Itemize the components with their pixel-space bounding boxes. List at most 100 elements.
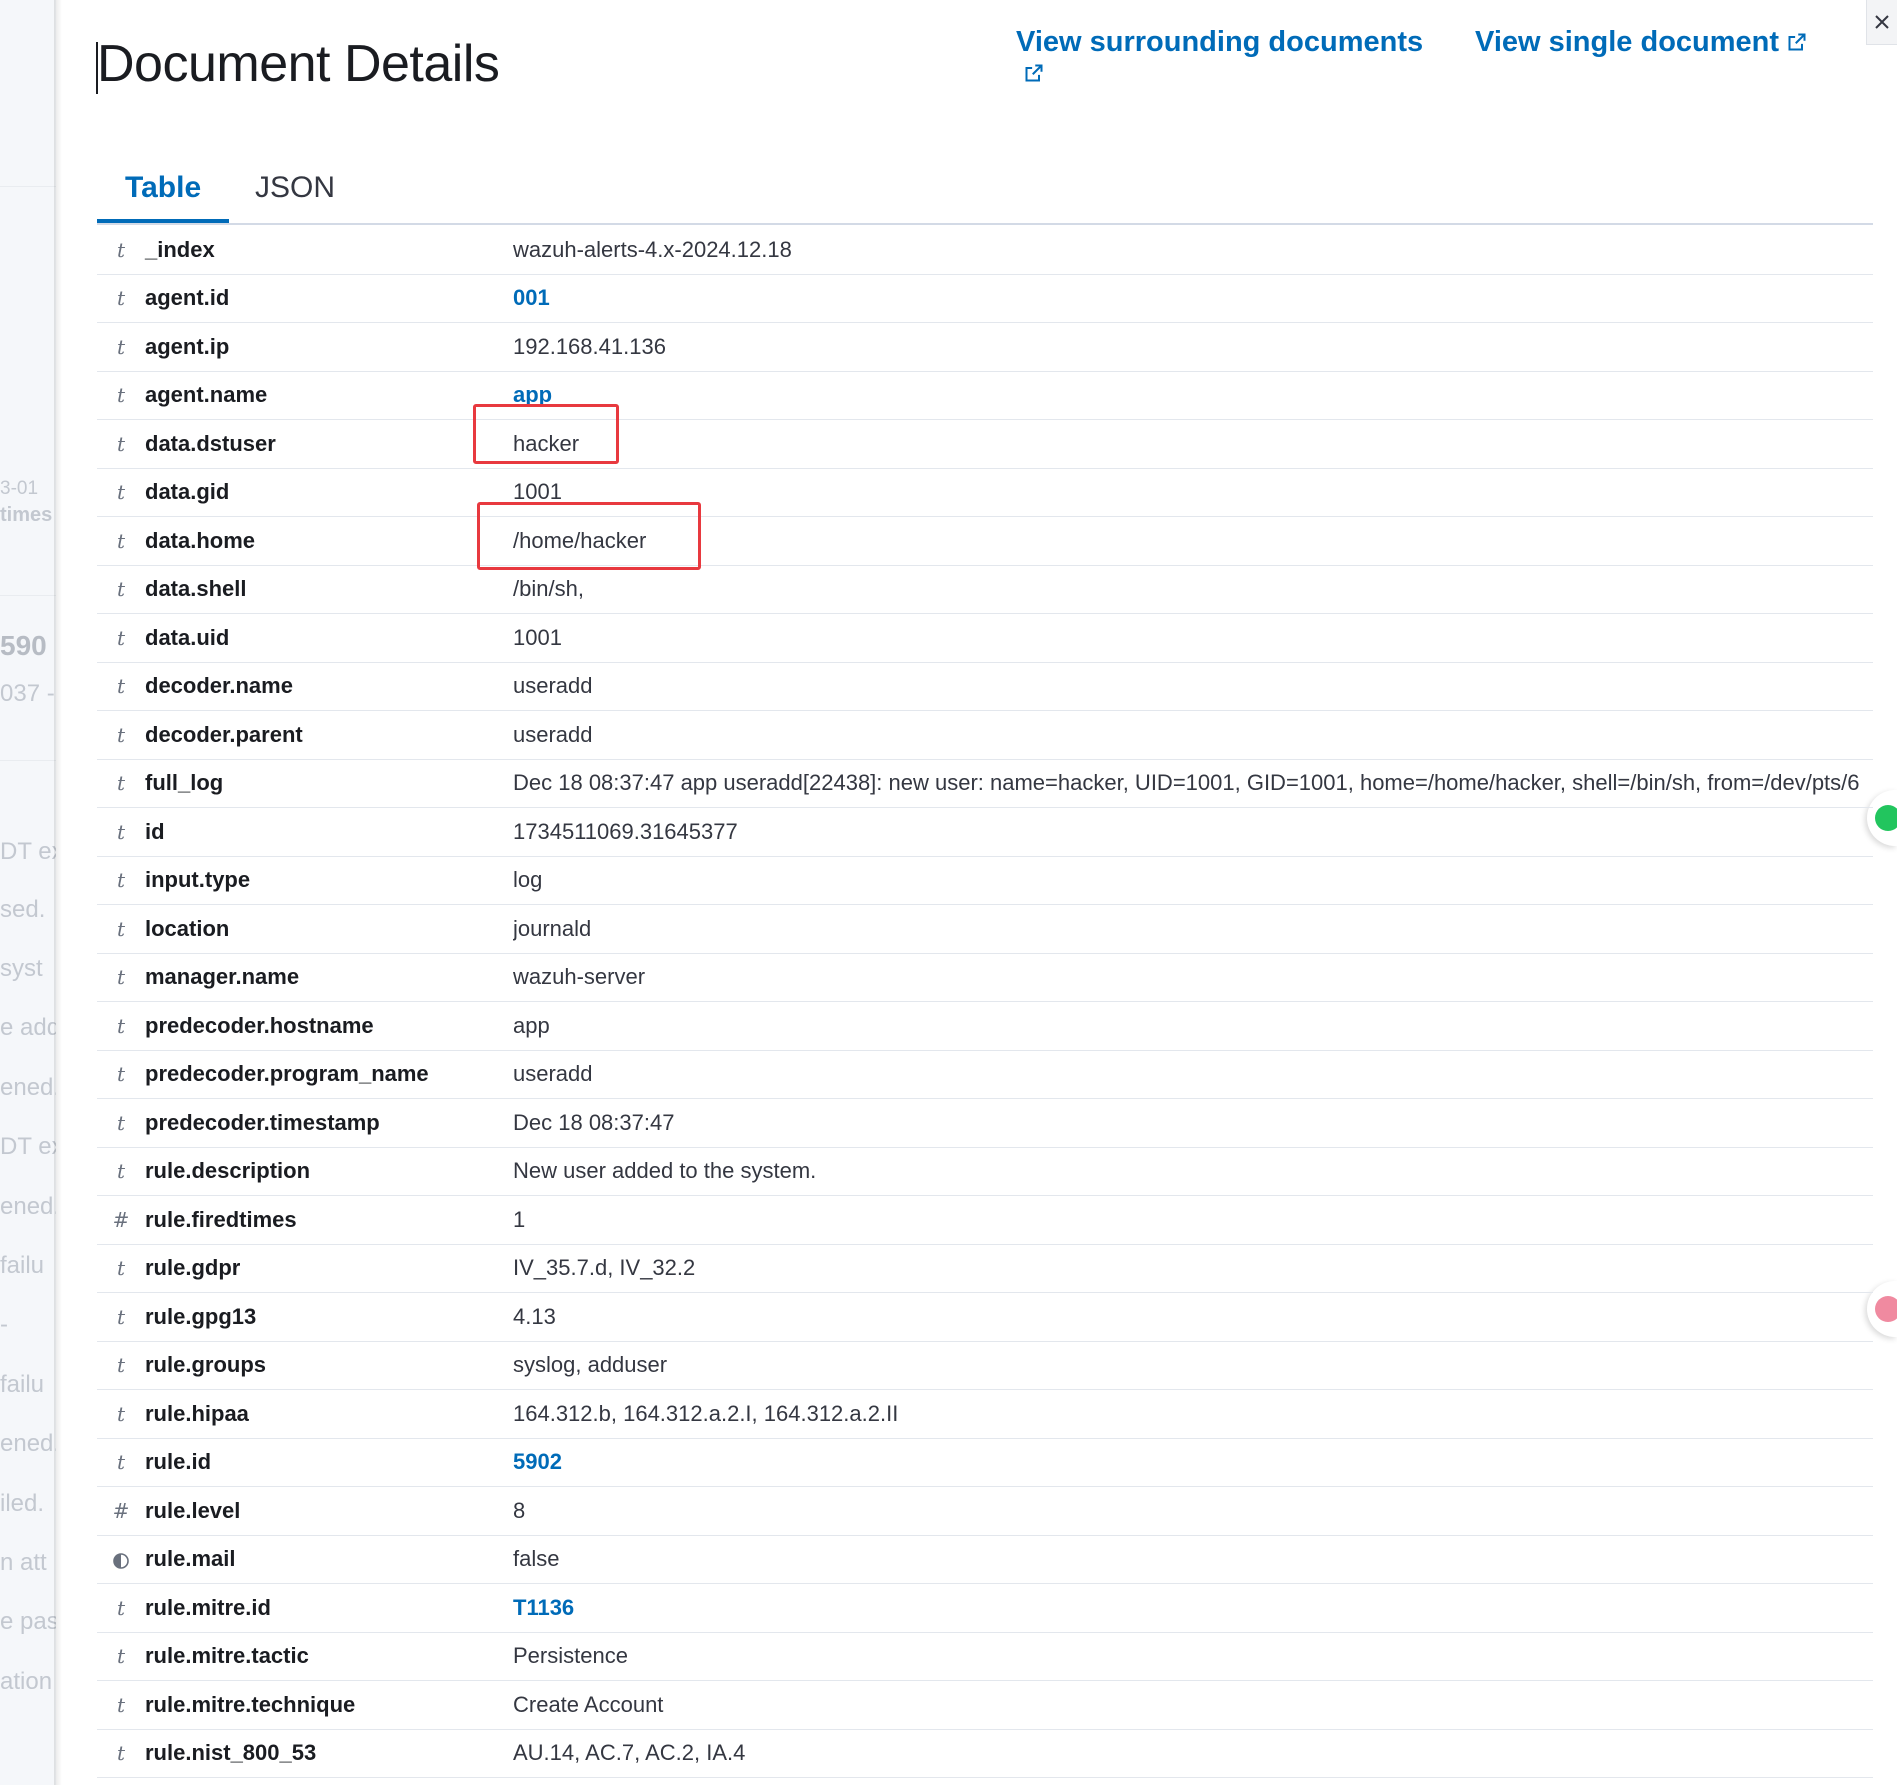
table-row: t full_log Dec 18 08:37:47 app useradd[224… bbox=[97, 760, 1873, 808]
bg-divider bbox=[0, 760, 56, 761]
field-value: New user added to the system. bbox=[513, 1158, 817, 1184]
field-name: agent.id bbox=[145, 285, 230, 311]
bg-text: DT ex bbox=[0, 1133, 56, 1160]
tab-json[interactable]: JSON bbox=[227, 168, 363, 223]
field-value-link[interactable]: T1136 bbox=[513, 1595, 1873, 1621]
field-value: Dec 18 08:37:47 bbox=[513, 1109, 675, 1135]
string-type-icon: t bbox=[116, 383, 126, 408]
table-row: # rule.firedtimes 1 bbox=[97, 1196, 1873, 1245]
field-name: rule.gdpr bbox=[145, 1255, 241, 1281]
table-row: t location journald bbox=[97, 905, 1873, 954]
field-name: rule.id bbox=[145, 1449, 212, 1475]
table-row: t rule.id 5902 bbox=[97, 1439, 1873, 1487]
table-row: t rule.mitre.technique Create Account bbox=[97, 1681, 1873, 1730]
close-icon bbox=[1875, 15, 1889, 29]
string-type-icon: t bbox=[116, 1450, 126, 1475]
field-name: predecoder.timestamp bbox=[145, 1109, 380, 1135]
table-row: t predecoder.timestamp Dec 18 08:37:47 bbox=[97, 1099, 1873, 1148]
string-type-icon: t bbox=[116, 1304, 126, 1329]
table-row: t _index wazuh-alerts-4.x-2024.12.18 bbox=[97, 226, 1873, 275]
tab-table[interactable]: Table bbox=[97, 168, 230, 223]
bg-text: 590 bbox=[0, 630, 47, 661]
string-type-icon: t bbox=[116, 722, 126, 747]
field-name: decoder.parent bbox=[145, 721, 303, 747]
bg-divider bbox=[0, 595, 56, 596]
string-type-icon: t bbox=[116, 916, 126, 941]
field-name: decoder.name bbox=[145, 673, 293, 699]
boolean-type-icon bbox=[97, 1547, 145, 1571]
field-name: input.type bbox=[145, 867, 251, 893]
string-type-icon: t bbox=[116, 1159, 126, 1184]
string-type-icon: t bbox=[116, 868, 126, 893]
field-name: data.gid bbox=[145, 479, 230, 505]
table-row: t data.uid 1001 bbox=[97, 614, 1873, 663]
field-name: rule.hipaa bbox=[145, 1400, 249, 1426]
field-name: agent.ip bbox=[145, 333, 230, 359]
field-name: rule.groups bbox=[145, 1352, 267, 1378]
external-link-icon bbox=[1787, 27, 1807, 60]
string-type-icon: t bbox=[116, 286, 126, 311]
table-row: t rule.gpg13 4.13 bbox=[97, 1293, 1873, 1342]
bg-text: failu bbox=[0, 1371, 45, 1398]
bg-text: ation bbox=[0, 1668, 53, 1695]
string-type-icon: t bbox=[116, 528, 126, 553]
field-value: Create Account bbox=[513, 1691, 664, 1717]
field-value: 164.312.b, 164.312.a.2.I, 164.312.a.2.II bbox=[513, 1400, 899, 1426]
number-type-icon: # bbox=[112, 1207, 130, 1232]
field-name: full_log bbox=[145, 770, 224, 796]
table-row: t agent.name app bbox=[97, 372, 1873, 420]
string-type-icon: t bbox=[116, 334, 126, 359]
table-row: t rule.description New user added to the s… bbox=[97, 1148, 1873, 1196]
bg-text: syst bbox=[0, 955, 43, 982]
close-button[interactable] bbox=[1866, 0, 1897, 45]
field-name: data.home bbox=[145, 527, 256, 553]
string-type-icon: t bbox=[116, 480, 126, 505]
bg-divider bbox=[0, 186, 56, 187]
field-value: journald bbox=[513, 915, 592, 941]
string-type-icon: t bbox=[116, 1401, 126, 1426]
view-single-document-link[interactable]: View single document bbox=[1475, 26, 1807, 60]
table-row: t rule.groups syslog, adduser bbox=[97, 1342, 1873, 1390]
string-type-icon: t bbox=[116, 625, 126, 650]
field-value: Persistence bbox=[513, 1643, 628, 1669]
background-page: 3-01 times 590 037 - DT ex sed. syst e a… bbox=[0, 0, 56, 1785]
bg-text: ened. bbox=[0, 1193, 56, 1220]
string-type-icon: t bbox=[116, 1256, 126, 1281]
bg-text: e pas bbox=[0, 1608, 56, 1635]
field-value: AU.14, AC.7, AC.2, IA.4 bbox=[513, 1740, 746, 1766]
tabs-divider bbox=[97, 223, 1873, 225]
field-value-link[interactable]: app bbox=[513, 382, 1873, 408]
field-value: 192.168.41.136 bbox=[513, 333, 666, 359]
field-value: Dec 18 08:37:47 app useradd[22438]: new … bbox=[513, 770, 1860, 796]
bg-text: ened. bbox=[0, 1074, 56, 1101]
field-value-link[interactable]: 001 bbox=[513, 285, 1873, 311]
bg-text: 3-01 bbox=[0, 478, 39, 499]
flyout-shadow bbox=[54, 0, 62, 1785]
bg-text: ened. bbox=[0, 1430, 56, 1457]
table-row: t id 1734511069.31645377 bbox=[97, 808, 1873, 857]
field-name: rule.mail bbox=[145, 1546, 236, 1572]
field-value: wazuh-server bbox=[513, 964, 646, 990]
string-type-icon: t bbox=[116, 965, 126, 990]
page-title: Document Details bbox=[97, 35, 500, 93]
table-row: t decoder.name useradd bbox=[97, 663, 1873, 711]
view-surrounding-documents-link[interactable]: View surrounding documents bbox=[1016, 26, 1423, 59]
string-type-icon: t bbox=[116, 237, 126, 262]
field-name: rule.mitre.technique bbox=[145, 1691, 356, 1717]
bg-text: 037 - bbox=[0, 680, 55, 707]
table-row: t data.home/home/hacker bbox=[97, 517, 1873, 566]
detail-tabs: Table JSON bbox=[97, 150, 1873, 225]
bg-text: sed. bbox=[0, 896, 46, 923]
string-type-icon: t bbox=[116, 1353, 126, 1378]
bg-text: DT ex bbox=[0, 838, 56, 865]
field-value-link[interactable]: 5902 bbox=[513, 1449, 1873, 1475]
field-value: false bbox=[513, 1546, 560, 1572]
string-type-icon: t bbox=[116, 674, 126, 699]
field-value: /home/hacker bbox=[513, 527, 647, 553]
field-value: wazuh-alerts-4.x-2024.12.18 bbox=[513, 236, 792, 262]
table-row: t rule.mitre.tactic Persistence bbox=[97, 1633, 1873, 1681]
table-row: rule.mail false bbox=[97, 1536, 1873, 1584]
table-row: t agent.id 001 bbox=[97, 275, 1873, 323]
table-row: # rule.level 8 bbox=[97, 1487, 1873, 1536]
link-label: View surrounding documents bbox=[1016, 26, 1424, 58]
